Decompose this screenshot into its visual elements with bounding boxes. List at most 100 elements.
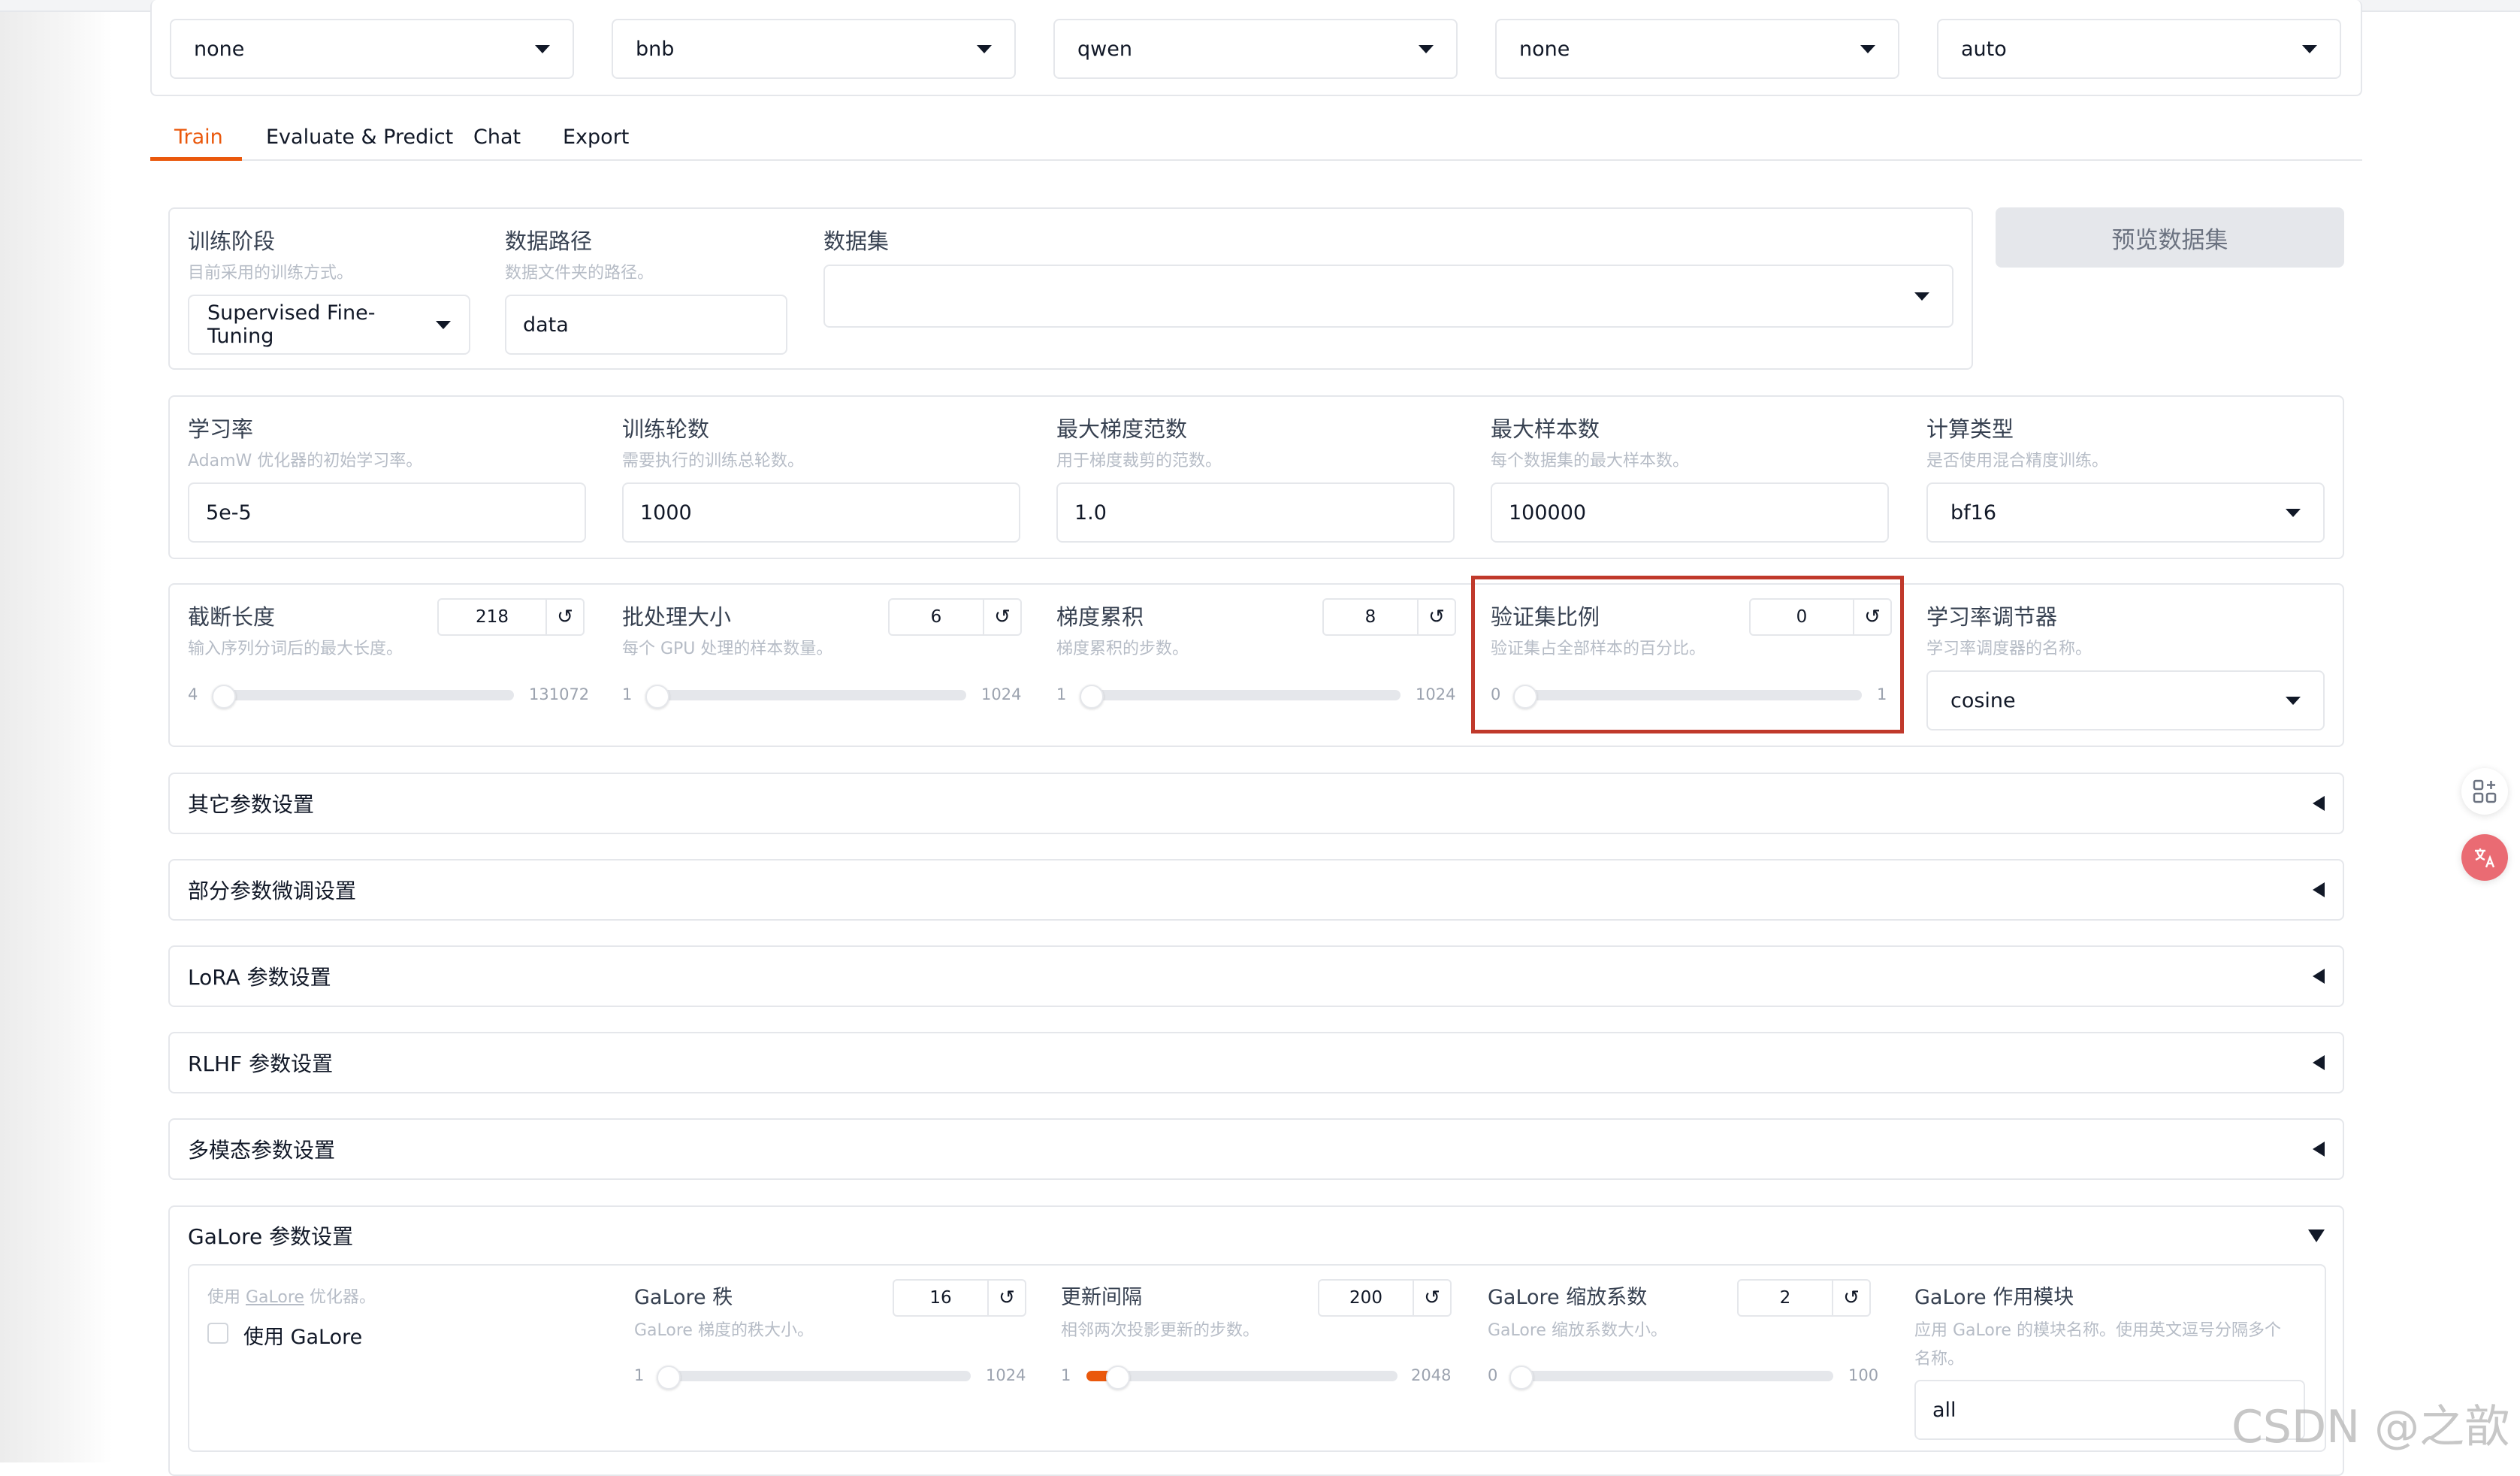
quantization-method-dropdown[interactable]: bnb xyxy=(612,19,1016,79)
galore-rank-info: GaLore 梯度的秩大小。 xyxy=(634,1321,814,1340)
tab-evaluate-predict[interactable]: Evaluate & Predict xyxy=(266,126,453,149)
val-size-number[interactable]: 0 ↺ xyxy=(1749,598,1892,636)
galore-link[interactable]: GaLore xyxy=(246,1288,304,1307)
page-left-shade xyxy=(0,0,113,1462)
galore-update-interval-number[interactable]: 200 ↺ xyxy=(1318,1279,1452,1317)
batch-size-number[interactable]: 6 ↺ xyxy=(888,598,1022,636)
compute-type-label: 计算类型 xyxy=(1926,416,2014,442)
grad-accum-slider[interactable] xyxy=(1079,685,1401,709)
reset-icon[interactable]: ↺ xyxy=(1853,600,1890,634)
tab-train[interactable]: Train xyxy=(174,126,223,149)
slider-thumb[interactable] xyxy=(1106,1366,1131,1390)
galore-scale-value: 2 xyxy=(1779,1288,1791,1308)
batch-size-min: 1 xyxy=(622,685,633,703)
accordion-freeze-args[interactable]: 部分参数微调设置 xyxy=(168,859,2344,921)
galore-scale-min: 0 xyxy=(1488,1366,1498,1384)
learning-rate-input[interactable]: 5e-5 xyxy=(188,482,586,543)
compute-type-dropdown[interactable]: bf16 xyxy=(1926,482,2325,543)
use-galore-label[interactable]: 使用 GaLore xyxy=(243,1320,362,1350)
training-stage-info: 目前采用的训练方式。 xyxy=(188,264,354,283)
galore-update-interval-max: 2048 xyxy=(1411,1366,1452,1384)
max-grad-norm-info: 用于梯度裁剪的范数。 xyxy=(1056,452,1222,470)
lr-scheduler-dropdown[interactable]: cosine xyxy=(1926,670,2325,730)
use-galore-info: 使用 GaLore 优化器。 xyxy=(207,1288,376,1307)
grad-accum-number[interactable]: 8 ↺ xyxy=(1322,598,1456,636)
max-samples-label: 最大样本数 xyxy=(1491,416,1600,442)
grad-accum-value: 8 xyxy=(1364,607,1376,627)
cutoff-len-value: 218 xyxy=(476,607,509,627)
tab-export[interactable]: Export xyxy=(563,126,629,149)
grad-accum-max: 1024 xyxy=(1416,685,1456,703)
learning-rate-label: 学习率 xyxy=(188,416,254,442)
cutoff-len-min: 4 xyxy=(188,685,198,703)
num-epochs-input[interactable]: 1000 xyxy=(622,482,1020,543)
galore-rank-number[interactable]: 16 ↺ xyxy=(893,1279,1026,1317)
galore-rank-slider[interactable] xyxy=(657,1366,971,1390)
galore-scale-number[interactable]: 2 ↺ xyxy=(1737,1279,1871,1317)
galore-rank-label: GaLore 秩 xyxy=(634,1286,733,1309)
caret-left-icon xyxy=(2313,882,2325,897)
batch-size-slider[interactable] xyxy=(645,685,966,709)
cutoff-len-number[interactable]: 218 ↺ xyxy=(437,598,585,636)
slider-thumb[interactable] xyxy=(1512,685,1537,709)
quantization-dropdown[interactable]: none xyxy=(170,19,574,79)
batch-size-max: 1024 xyxy=(981,685,1022,703)
reset-icon[interactable]: ↺ xyxy=(545,600,583,634)
training-stage-dropdown[interactable]: Supervised Fine-Tuning xyxy=(188,295,470,355)
accordion-extra-args[interactable]: 其它参数设置 xyxy=(168,773,2344,834)
val-size-slider[interactable] xyxy=(1512,685,1862,709)
galore-update-interval-label: 更新间隔 xyxy=(1061,1286,1142,1309)
val-size-info: 验证集占全部样本的百分比。 xyxy=(1491,640,1706,658)
grid-add-icon xyxy=(2473,779,2497,803)
max-grad-norm-label: 最大梯度范数 xyxy=(1056,416,1188,442)
val-size-max: 1 xyxy=(1877,685,1887,703)
booster-dropdown[interactable]: auto xyxy=(1937,19,2341,79)
chevron-down-icon xyxy=(2302,44,2317,53)
accordion-rlhf-args[interactable]: RLHF 参数设置 xyxy=(168,1032,2344,1093)
tab-bar-underline xyxy=(150,159,2362,161)
dataset-dropdown[interactable] xyxy=(823,265,1953,328)
chevron-down-icon xyxy=(1419,44,1434,53)
reset-icon[interactable]: ↺ xyxy=(1832,1281,1869,1315)
tab-chat[interactable]: Chat xyxy=(473,126,521,149)
lr-scheduler-info: 学习率调度器的名称。 xyxy=(1926,640,2092,658)
slider-thumb[interactable] xyxy=(1079,685,1104,709)
floating-grid-button[interactable] xyxy=(2461,768,2508,815)
max-samples-input[interactable]: 100000 xyxy=(1491,482,1889,543)
num-epochs-label: 训练轮数 xyxy=(622,416,710,442)
galore-update-interval-slider[interactable] xyxy=(1086,1366,1397,1390)
max-grad-norm-input[interactable]: 1.0 xyxy=(1056,482,1455,543)
reset-icon[interactable]: ↺ xyxy=(983,600,1020,634)
cutoff-len-info: 输入序列分词后的最大长度。 xyxy=(188,640,403,658)
slider-thumb[interactable] xyxy=(645,685,669,709)
galore-scale-slider[interactable] xyxy=(1509,1366,1833,1390)
slider-thumb[interactable] xyxy=(211,685,236,709)
chevron-down-icon xyxy=(2286,696,2301,705)
batch-size-label: 批处理大小 xyxy=(622,604,732,630)
reset-icon[interactable]: ↺ xyxy=(1413,1281,1450,1315)
galore-target-label: GaLore 作用模块 xyxy=(1914,1286,2074,1309)
dataset-dir-info: 数据文件夹的路径。 xyxy=(505,264,654,283)
template-dropdown[interactable]: qwen xyxy=(1053,19,1458,79)
accordion-multimodal-args[interactable]: 多模态参数设置 xyxy=(168,1118,2344,1180)
accordion-lora-args[interactable]: LoRA 参数设置 xyxy=(168,945,2344,1007)
chevron-down-icon xyxy=(436,320,451,329)
reset-icon[interactable]: ↺ xyxy=(987,1281,1025,1315)
floating-translate-button[interactable] xyxy=(2461,834,2508,881)
use-galore-checkbox[interactable] xyxy=(207,1323,228,1344)
galore-update-interval-min: 1 xyxy=(1061,1366,1071,1384)
preview-dataset-button[interactable]: 预览数据集 xyxy=(1996,207,2344,268)
dataset-dir-input[interactable]: data xyxy=(505,295,787,355)
learning-rate-info: AdamW 优化器的初始学习率。 xyxy=(188,452,423,470)
caret-left-icon xyxy=(2313,1055,2325,1070)
rope-scaling-dropdown[interactable]: none xyxy=(1495,19,1899,79)
grad-accum-info: 梯度累积的步数。 xyxy=(1056,640,1189,658)
accordion-galore-header[interactable]: GaLore 参数设置 xyxy=(170,1207,2343,1264)
reset-icon[interactable]: ↺ xyxy=(1417,600,1455,634)
caret-left-icon xyxy=(2313,969,2325,984)
training-stage-label: 训练阶段 xyxy=(188,228,276,254)
cutoff-len-slider[interactable] xyxy=(211,685,514,709)
galore-target-info-line1: 应用 GaLore 的模块名称。使用英文逗号分隔多个 xyxy=(1914,1321,2281,1340)
slider-thumb[interactable] xyxy=(1509,1366,1533,1390)
galore-update-interval-value: 200 xyxy=(1349,1288,1382,1308)
